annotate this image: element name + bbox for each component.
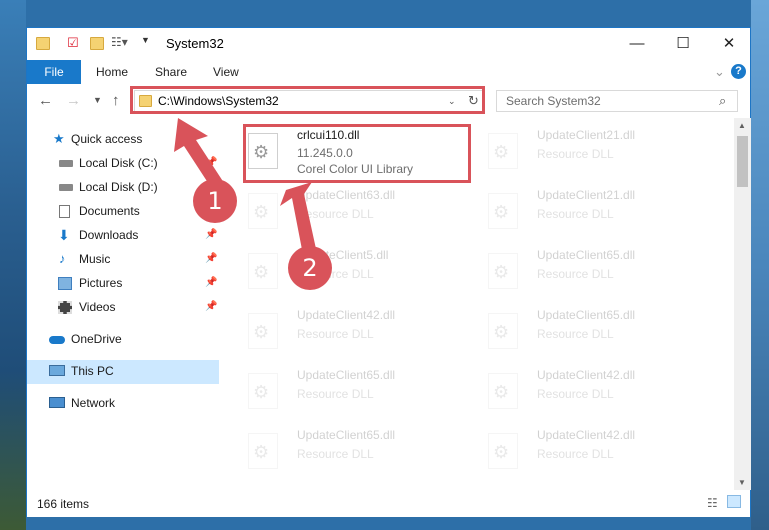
annotation-arrows bbox=[174, 118, 318, 260]
step-1-badge: 1 bbox=[193, 179, 237, 223]
step-2-badge: 2 bbox=[288, 246, 332, 290]
